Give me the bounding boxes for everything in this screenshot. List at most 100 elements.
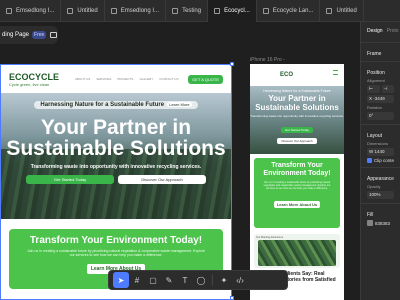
hero-tag: Harnessing Nature for a Sustainable Futu… bbox=[34, 101, 198, 109]
nav-cta-button[interactable]: GET A QUOTE bbox=[188, 74, 223, 84]
sidebar-toggle-icon[interactable] bbox=[50, 32, 58, 38]
position-section-label: Position bbox=[367, 70, 385, 76]
align-center-icon[interactable]: ⊣ bbox=[381, 85, 394, 93]
clip-content-checkbox[interactable]: Clip conte bbox=[361, 156, 400, 163]
discover-approach-button[interactable]: Discover Our Approach bbox=[118, 175, 206, 184]
file-tab-label: Untitled bbox=[77, 7, 98, 14]
pen-tool-icon[interactable]: ✎ bbox=[161, 272, 177, 288]
nav-link[interactable]: CONTACT US bbox=[159, 77, 178, 81]
position-row: X -3449 bbox=[361, 93, 400, 103]
nav-link[interactable]: SERVICES bbox=[96, 77, 111, 81]
toolbar-divider bbox=[212, 274, 213, 286]
file-icon bbox=[326, 7, 333, 14]
mobile-discover-button[interactable]: Discover Our Approach bbox=[277, 138, 317, 144]
frame-tool-icon[interactable]: # bbox=[129, 272, 145, 288]
selection-handle[interactable] bbox=[230, 62, 234, 66]
mobile-transform-title: Transform Your Environment Today! bbox=[263, 162, 331, 177]
layout-section-label: Layout bbox=[367, 133, 383, 139]
transform-text: Join us in creating a sustainable future… bbox=[27, 249, 205, 257]
file-tab-label: Testing bbox=[182, 7, 202, 14]
file-tab-label: Emsedlong I... bbox=[16, 7, 55, 14]
mobile-navbar: ECO bbox=[250, 64, 344, 86]
align-left-icon[interactable]: ⊢ bbox=[367, 85, 380, 93]
opacity-field[interactable]: 100% bbox=[367, 191, 394, 199]
file-tab-label: Untitled bbox=[336, 7, 357, 14]
get-started-button[interactable]: Get Started Today bbox=[26, 175, 114, 184]
site-navbar: ECOCYCLE Cycle green, live clean ABOUT U… bbox=[1, 65, 231, 93]
file-icon bbox=[214, 7, 221, 14]
design-tab[interactable]: Design bbox=[367, 28, 383, 34]
mobile-hero-subtitle: Transforming waste into opportunity with… bbox=[250, 114, 344, 118]
bottom-toolbar: ➤ # ▢ ✎ T ◯ ✦ ‹/› bbox=[108, 270, 288, 290]
properties-panel: Design Proto Frame Position Alignment ⊢ … bbox=[360, 22, 400, 300]
transform-title: Transform Your Environment Today! bbox=[29, 235, 203, 246]
file-tab-7[interactable]: Untitled bbox=[320, 0, 364, 22]
nav-link[interactable]: PROJECTS bbox=[117, 77, 133, 81]
file-tab-label: Ecocycle Lan... bbox=[272, 7, 314, 14]
mobile-frame[interactable]: ECO Harnessing Nature for a Sustainable … bbox=[250, 64, 344, 300]
desktop-frame[interactable]: ECOCYCLE Cycle green, live clean ABOUT U… bbox=[0, 64, 232, 300]
site-nav-links: ABOUT US SERVICES PROJECTS GALLERY CONTA… bbox=[75, 77, 178, 81]
file-icon bbox=[262, 7, 269, 14]
prototype-tab[interactable]: Proto bbox=[387, 28, 399, 34]
file-tab-2[interactable]: Untitled bbox=[61, 0, 105, 22]
text-tool-icon[interactable]: T bbox=[177, 272, 193, 288]
file-tab-1[interactable]: Emsedlong I... bbox=[0, 0, 62, 22]
nav-link[interactable]: ABOUT US bbox=[75, 77, 90, 81]
divider bbox=[361, 167, 400, 168]
mobile-hero-tag: Harnessing Nature for a Sustainable Futu… bbox=[263, 89, 331, 93]
plants-image bbox=[258, 240, 336, 266]
file-tab-5[interactable]: Ecocycl... bbox=[208, 0, 257, 22]
appearance-section-label: Appearance bbox=[367, 176, 394, 182]
mobile-transform-section: Transform Your Environment Today! Join u… bbox=[254, 158, 340, 228]
mobile-frame-label[interactable]: iPhone 16 Pro - bbox=[250, 57, 285, 63]
file-tab-3[interactable]: Emsedlong I... bbox=[105, 0, 167, 22]
nav-link[interactable]: GALLERY bbox=[139, 77, 153, 81]
file-icon bbox=[110, 7, 117, 14]
site-logo: ECOCYCLE bbox=[9, 71, 60, 82]
rectangle-tool-icon[interactable]: ▢ bbox=[145, 272, 161, 288]
properties-tabs: Design Proto bbox=[361, 22, 400, 38]
hero-tag-link[interactable]: Learn More bbox=[167, 102, 192, 107]
actions-tool-icon[interactable]: ✦ bbox=[216, 272, 232, 288]
file-tab-bar: Emsedlong I... Untitled Emsedlong I... T… bbox=[0, 0, 400, 22]
opacity-row: 100% bbox=[361, 189, 400, 199]
page-title: ding Page bbox=[2, 32, 30, 38]
comment-tool-icon[interactable]: ◯ bbox=[193, 272, 209, 288]
mobile-hero-section: Harnessing Nature for a Sustainable Futu… bbox=[250, 86, 344, 154]
fill-row[interactable]: 838383 bbox=[361, 218, 400, 226]
dimensions-row: W 1440 bbox=[361, 146, 400, 156]
mobile-hero-title: Your Partner in Sustainable Solutions bbox=[255, 94, 339, 112]
width-field[interactable]: W 1440 bbox=[367, 148, 394, 156]
divider bbox=[361, 61, 400, 62]
mobile-learn-more-button[interactable]: Learn More About Us bbox=[273, 201, 321, 208]
file-tab-label: Emsedlong I... bbox=[120, 7, 160, 14]
plan-badge: Free bbox=[32, 31, 47, 39]
page-name-pill[interactable]: ding Page Free bbox=[0, 26, 58, 44]
clip-content-label: Clip conte bbox=[374, 158, 395, 163]
x-position-field[interactable]: X -3449 bbox=[367, 95, 394, 103]
hero-subtitle: Transforming waste into opportunity with… bbox=[30, 164, 202, 170]
dev-mode-tool-icon[interactable]: ‹/› bbox=[232, 272, 248, 288]
rotation-row: 0° bbox=[361, 110, 400, 120]
mobile-transform-text: Join us in creating a sustainable future… bbox=[263, 181, 331, 190]
fill-section-label: Fill bbox=[367, 212, 374, 218]
dimensions-label: Dimensions bbox=[367, 141, 388, 146]
file-tab-4[interactable]: Testing bbox=[166, 0, 209, 22]
mobile-get-started-button[interactable]: Get Started Today bbox=[280, 127, 314, 133]
hamburger-menu-icon[interactable] bbox=[333, 70, 338, 75]
file-icon bbox=[67, 7, 74, 14]
site-logo-tagline: Cycle green, live clean bbox=[9, 81, 50, 87]
divider bbox=[361, 203, 400, 204]
file-icon bbox=[172, 7, 179, 14]
divider bbox=[361, 42, 400, 43]
opacity-label: Opacity bbox=[367, 184, 381, 189]
move-tool-icon[interactable]: ➤ bbox=[113, 272, 129, 288]
fill-color-swatch[interactable] bbox=[367, 220, 373, 226]
selection-handle[interactable] bbox=[230, 296, 234, 300]
rotation-field[interactable]: 0° bbox=[367, 112, 394, 120]
file-tab-6[interactable]: Ecocycle Lan... bbox=[257, 0, 321, 22]
fill-hex-value[interactable]: 838383 bbox=[375, 221, 390, 226]
checkbox-checked-icon bbox=[367, 158, 372, 163]
frame-type-label[interactable]: Frame bbox=[361, 47, 400, 57]
